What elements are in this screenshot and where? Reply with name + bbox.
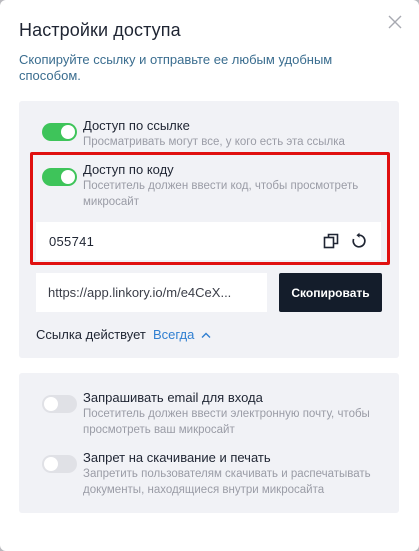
access-code-title: Доступ по коду (83, 162, 174, 177)
close-icon[interactable] (386, 13, 404, 31)
access-code-row: 055741 (36, 222, 381, 260)
toggle-knob (61, 125, 75, 139)
download-ban-description: Запретить пользователям скачивать и расп… (83, 468, 371, 496)
access-link-title: Доступ по ссылке (83, 118, 190, 133)
access-link-toggle[interactable] (42, 123, 77, 141)
download-ban-toggle[interactable] (42, 455, 77, 473)
toggle-knob (44, 457, 58, 471)
access-code-value: 055741 (49, 234, 95, 249)
dialog-subtitle: Скопируйте ссылку и отправьте ее любым у… (19, 52, 333, 83)
toggle-knob (44, 397, 58, 411)
share-link-input[interactable] (36, 273, 267, 312)
link-validity-dropdown[interactable]: Всегда (153, 327, 211, 342)
link-validity-value: Всегда (153, 327, 195, 342)
email-login-toggle[interactable] (42, 395, 77, 413)
copy-icon[interactable] (322, 232, 340, 250)
dialog-title: Настройки доступа (19, 20, 181, 40)
link-validity-label: Ссылка действует (36, 327, 146, 342)
access-code-description: Посетитель должен ввести код, чтобы прос… (83, 180, 359, 208)
access-link-description: Просматривать могут все, у кого есть эта… (83, 136, 345, 148)
chevron-up-icon (201, 332, 211, 338)
refresh-icon[interactable] (350, 232, 368, 250)
access-code-toggle[interactable] (42, 168, 77, 186)
toggle-knob (61, 170, 75, 184)
email-login-title: Запрашивать email для входа (83, 390, 263, 405)
access-settings-dialog: Настройки доступа Скопируйте ссылку и от… (0, 0, 419, 551)
download-ban-title: Запрет на скачивание и печать (83, 450, 271, 465)
copy-link-button[interactable]: Скопировать (279, 273, 382, 312)
email-login-description: Посетитель должен ввести электронную поч… (83, 408, 370, 436)
